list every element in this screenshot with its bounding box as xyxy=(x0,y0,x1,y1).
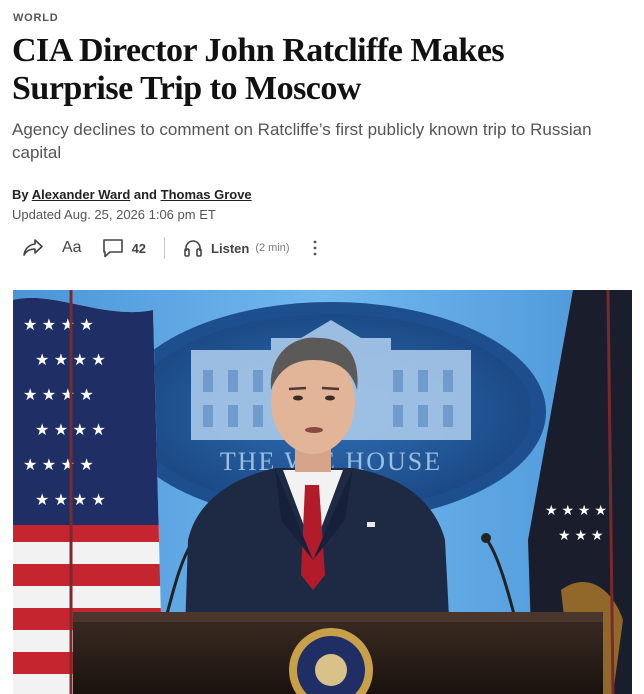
article-dek: Agency declines to comment on Ratcliffe’… xyxy=(12,120,592,162)
article-toolbar: Aa 42 Listen (2 min) xyxy=(22,234,318,262)
author-link-thomas-grove[interactable]: Thomas Grove xyxy=(161,187,252,202)
author-link-alexander-ward[interactable]: Alexander Ward xyxy=(32,187,131,202)
comments-button[interactable]: 42 xyxy=(102,238,146,258)
svg-text:★ ★ ★ ★: ★ ★ ★ ★ xyxy=(545,502,607,518)
share-arrow-icon xyxy=(23,239,43,256)
svg-text:★ ★ ★ ★: ★ ★ ★ ★ xyxy=(23,317,94,334)
share-button[interactable] xyxy=(22,238,44,258)
toolbar-divider xyxy=(164,237,166,259)
article-hero-photo: THE W E HOUSE ★ ★ ★ ★ ★ ★ ★ ★ ★ ★ ★ ★ ★ … xyxy=(13,290,632,694)
svg-text:★ ★ ★ ★: ★ ★ ★ ★ xyxy=(23,387,94,404)
more-options-button[interactable] xyxy=(312,239,318,257)
byline: By Alexander Ward and Thomas Grove xyxy=(12,187,252,202)
comments-count: 42 xyxy=(131,240,147,256)
text-size-button[interactable]: Aa xyxy=(62,239,82,257)
byline-prefix: By xyxy=(12,187,29,202)
comment-bubble-icon xyxy=(102,239,123,258)
headline: CIA Director John Ratcliffe Makes Surpri… xyxy=(12,32,505,107)
listen-label: Listen xyxy=(211,240,250,256)
updated-timestamp: Updated Aug. 25, 2026 1:06 pm ET xyxy=(12,207,216,222)
svg-text:★ ★ ★: ★ ★ ★ xyxy=(558,527,603,543)
headphones-icon xyxy=(184,240,202,257)
listen-button[interactable]: Listen (2 min) xyxy=(183,238,290,258)
svg-text:★ ★ ★ ★: ★ ★ ★ ★ xyxy=(23,457,94,474)
vertical-ellipsis-icon xyxy=(313,240,316,256)
section-label[interactable]: WORLD xyxy=(13,12,59,24)
listen-duration: (2 min) xyxy=(255,242,290,254)
byline-joiner: and xyxy=(133,187,158,202)
